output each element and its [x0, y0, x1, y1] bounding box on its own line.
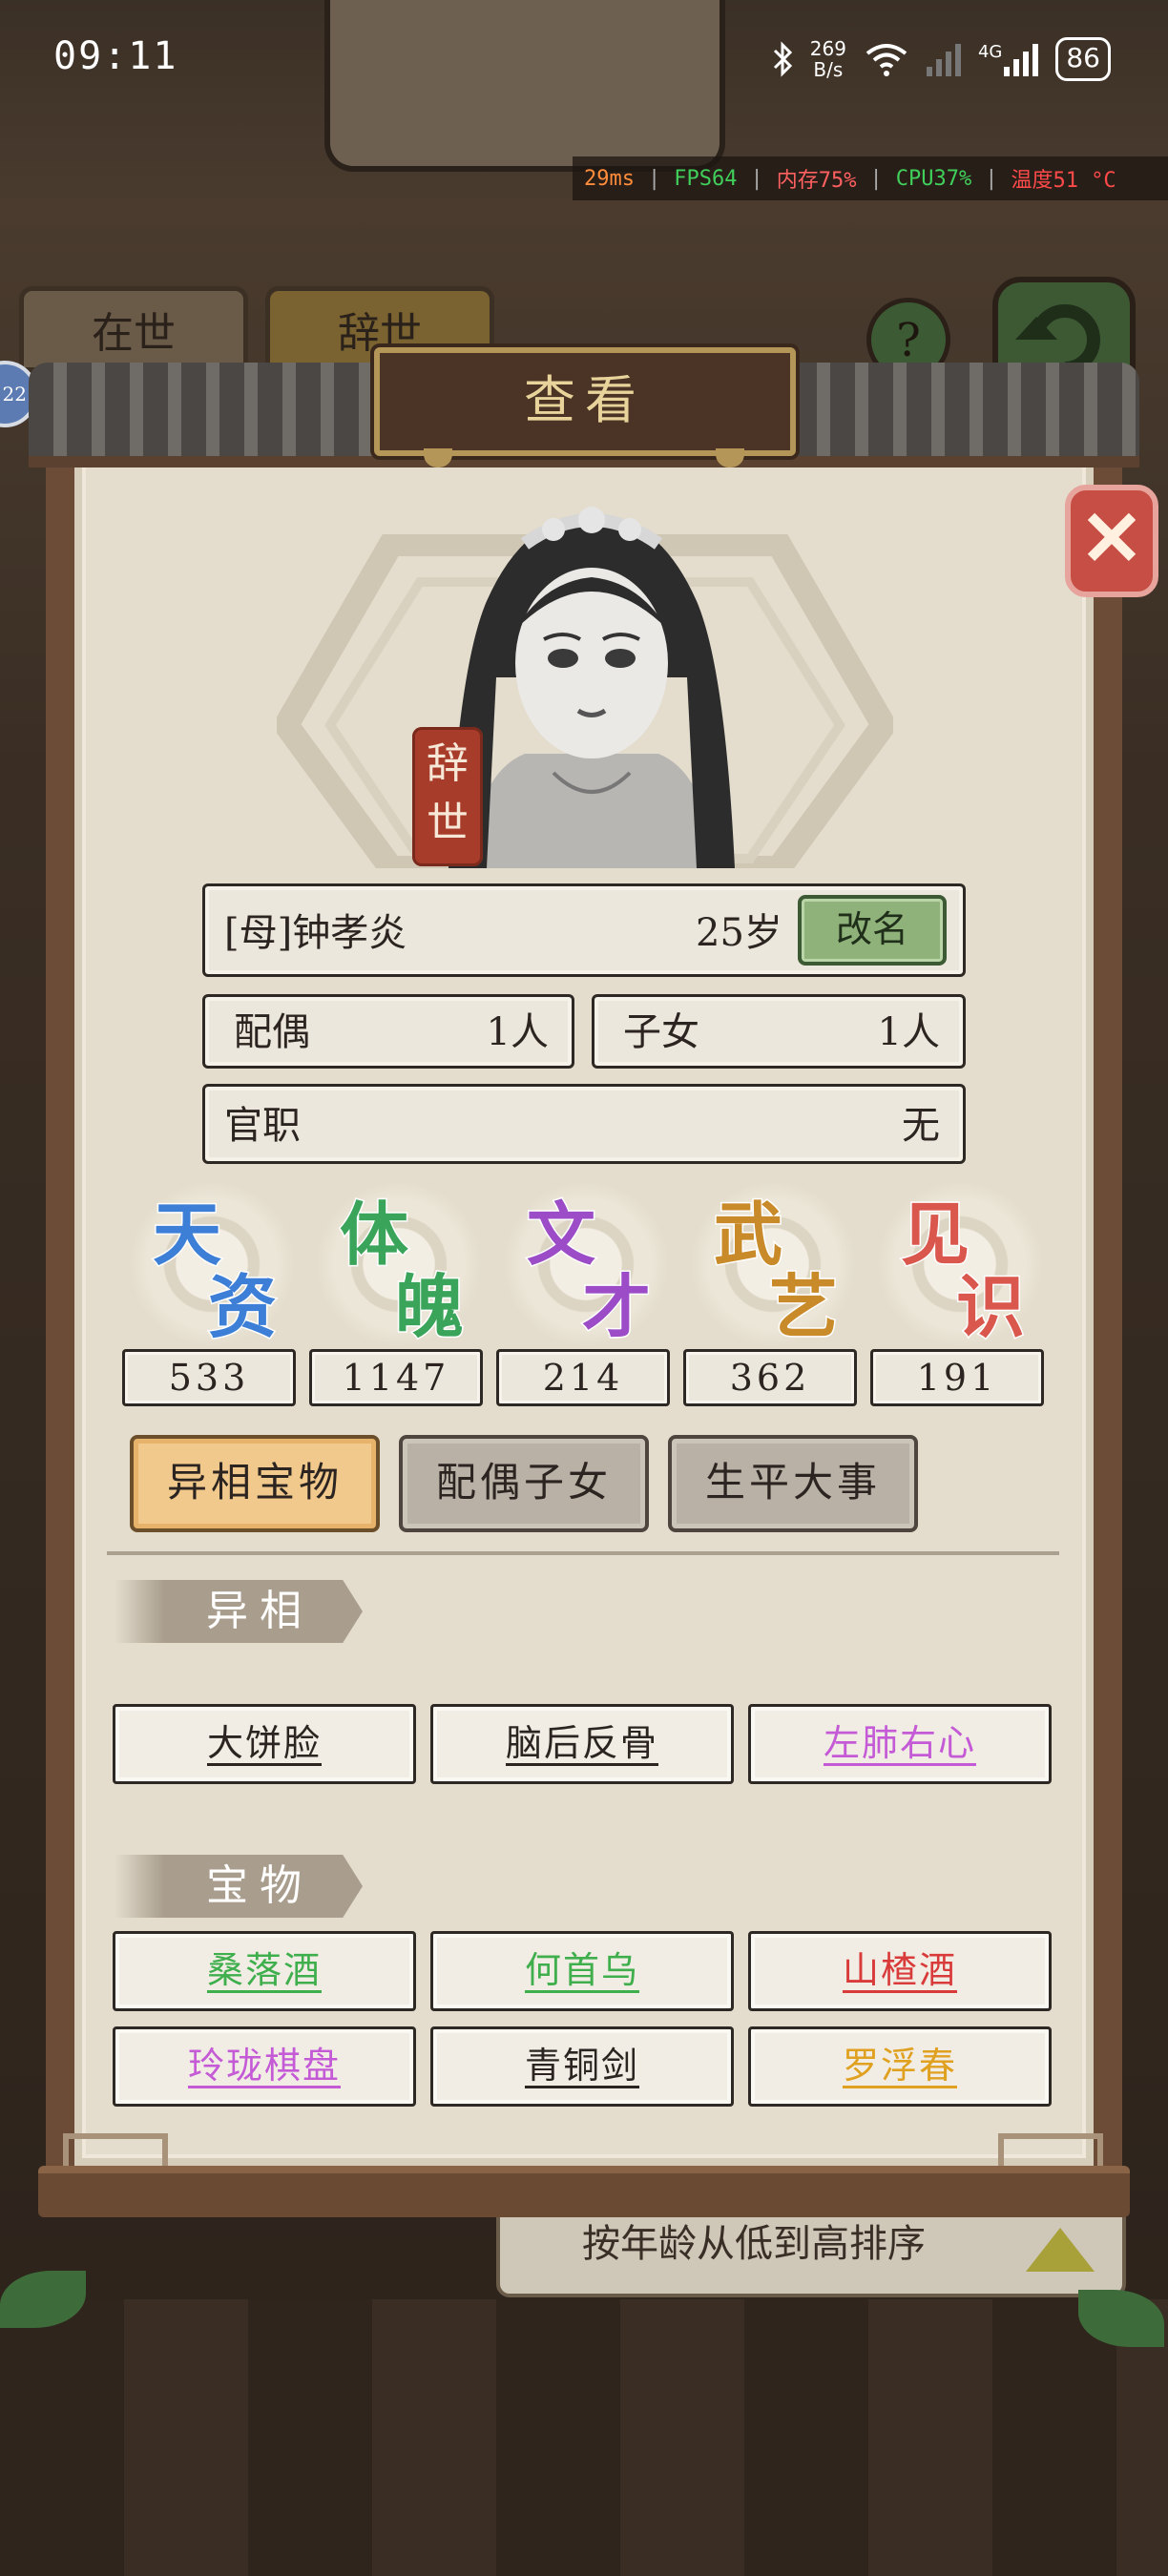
- stat-knowledge-value: 191: [870, 1349, 1044, 1406]
- official-post-value: 无: [902, 1104, 940, 1148]
- signal-bars-sim1-icon: [926, 42, 961, 76]
- question-icon: ?: [896, 314, 921, 367]
- network-speed-value: 269: [809, 37, 846, 60]
- treasure-item[interactable]: 玲珑棋盘: [113, 2026, 416, 2107]
- wooden-floor: [0, 2299, 1168, 2576]
- treasure-item[interactable]: 罗浮春: [748, 2026, 1052, 2107]
- wifi-icon: [866, 44, 907, 76]
- separator: |: [869, 166, 883, 191]
- signal-sim2: 4G: [977, 42, 1039, 76]
- stat-literary-char-1: 文: [525, 1194, 596, 1275]
- treasure-item[interactable]: 何首乌: [430, 1931, 734, 2011]
- stat-talent-char-2: 资: [206, 1266, 278, 1347]
- clock: 09:11: [53, 34, 178, 78]
- tab-alive[interactable]: 在世: [19, 286, 248, 372]
- stat-physique-char-2: 魄: [393, 1266, 465, 1347]
- status-icons: 269 B/s 4G 86: [772, 32, 1111, 86]
- tab-life-events[interactable]: 生平大事: [668, 1435, 918, 1532]
- close-icon: ✕: [1079, 493, 1144, 583]
- fps-readout: FPS64: [674, 166, 738, 191]
- stat-knowledge-char-2: 识: [954, 1266, 1026, 1347]
- official-post-label: 官职: [224, 1104, 301, 1148]
- stat-knowledge-char-1: 见: [899, 1194, 970, 1275]
- deceased-seal: 辞世: [412, 727, 483, 866]
- separator: |: [985, 166, 998, 191]
- stat-martial-value: 362: [683, 1349, 857, 1406]
- close-button[interactable]: ✕: [1065, 485, 1158, 597]
- spouse-value: 1人: [486, 1010, 549, 1054]
- battery-indicator: 86: [1055, 37, 1111, 81]
- bluetooth-icon: [773, 41, 792, 77]
- stat-talent-char-1: 天: [151, 1194, 222, 1275]
- trait-item[interactable]: 脑后反骨: [430, 1704, 734, 1784]
- section-divider: [107, 1551, 1059, 1555]
- network-speed-unit: B/s: [813, 58, 844, 81]
- character-age: 25岁: [696, 911, 782, 955]
- cpu-readout: CPU37%: [895, 166, 972, 191]
- battery-level: 86: [1066, 42, 1100, 73]
- stat-physique-value: 1147: [309, 1349, 483, 1406]
- separator: |: [750, 166, 763, 191]
- stat-talent-value: 533: [122, 1349, 296, 1406]
- trait-item[interactable]: 左肺右心: [748, 1704, 1052, 1784]
- character-name: [母]钟孝炎: [224, 911, 407, 955]
- children-value: 1人: [877, 1010, 940, 1054]
- children-label: 子女: [623, 1010, 699, 1054]
- performance-overlay: 29ms | FPS64 | 内存75% | CPU37% | 温度51 °C: [573, 156, 1168, 200]
- stat-literary-value: 214: [496, 1349, 670, 1406]
- official-post-row: 官职 无: [202, 1084, 966, 1164]
- network-speed: 269 B/s: [810, 38, 846, 80]
- dialog-base-rail: [38, 2166, 1130, 2217]
- temperature-readout: 温度51 °C: [1011, 169, 1116, 193]
- stat-physique-char-1: 体: [338, 1194, 409, 1275]
- separator: |: [647, 166, 661, 191]
- treasure-item[interactable]: 青铜剑: [430, 2026, 734, 2107]
- stat-martial-char-1: 武: [712, 1194, 783, 1275]
- stat-martial-char-2: 艺: [767, 1266, 839, 1347]
- signal-bars-sim2-icon: [1004, 42, 1039, 76]
- traits-section-title: 异相: [115, 1580, 363, 1643]
- rename-button[interactable]: 改名: [798, 895, 947, 966]
- ping-readout: 29ms: [584, 166, 635, 191]
- spouse-row: 配偶 1人: [202, 994, 574, 1069]
- spouse-label: 配偶: [234, 1010, 310, 1054]
- dialog-title-plaque: 查看: [374, 347, 796, 456]
- children-row: 子女 1人: [592, 994, 966, 1069]
- network-type-label: 4G: [977, 42, 1003, 62]
- dialog-title: 查看: [524, 370, 646, 430]
- sort-direction-icon: [1026, 2228, 1095, 2272]
- stat-literary-char-2: 才: [580, 1266, 652, 1347]
- memory-readout: 内存75%: [776, 169, 857, 193]
- status-bar: 09:11 269 B/s 4G 86: [0, 0, 1168, 124]
- treasures-section-title: 宝物: [115, 1855, 363, 1918]
- tab-spouse-children[interactable]: 配偶子女: [399, 1435, 649, 1532]
- tab-traits-treasures[interactable]: 异相宝物: [130, 1435, 380, 1532]
- treasure-item[interactable]: 桑落酒: [113, 1931, 416, 2011]
- trait-item[interactable]: 大饼脸: [113, 1704, 416, 1784]
- treasure-item[interactable]: 山楂酒: [748, 1931, 1052, 2011]
